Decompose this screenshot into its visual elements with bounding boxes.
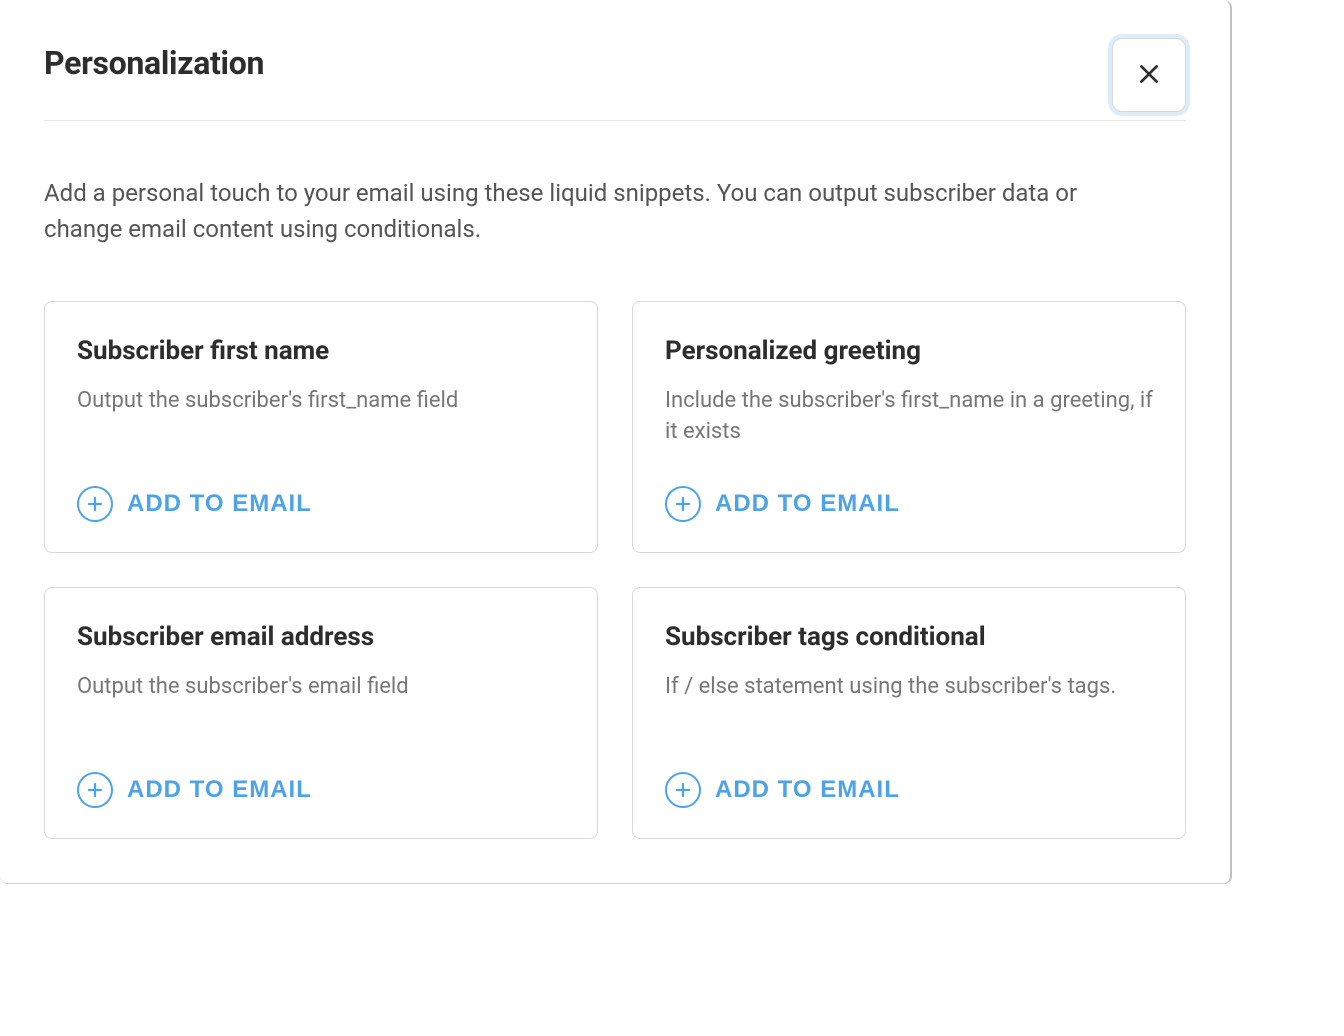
card-description: Output the subscriber's first_name field (77, 386, 565, 458)
card-title: Subscriber first name (77, 336, 565, 366)
card-title: Subscriber tags conditional (665, 622, 1153, 652)
snippet-card-first-name: Subscriber first name Output the subscri… (44, 301, 598, 553)
card-title: Personalized greeting (665, 336, 1153, 366)
add-to-email-button[interactable]: ADD TO EMAIL (77, 772, 565, 808)
add-to-email-button[interactable]: ADD TO EMAIL (77, 486, 565, 522)
plus-circle-icon (665, 486, 701, 522)
divider (44, 120, 1186, 121)
plus-circle-icon (77, 772, 113, 808)
card-description: Output the subscriber's email field (77, 672, 565, 744)
modal-description: Add a personal touch to your email using… (44, 175, 1124, 247)
plus-circle-icon (665, 772, 701, 808)
add-button-label: ADD TO EMAIL (715, 776, 900, 804)
add-button-label: ADD TO EMAIL (715, 490, 900, 518)
close-icon (1136, 61, 1162, 90)
modal-header: Personalization (44, 44, 1186, 82)
snippet-card-personalized-greeting: Personalized greeting Include the subscr… (632, 301, 1186, 553)
personalization-modal: Personalization Add a personal touch to … (0, 0, 1232, 884)
card-description: Include the subscriber's first_name in a… (665, 386, 1153, 458)
add-button-label: ADD TO EMAIL (127, 490, 312, 518)
add-button-label: ADD TO EMAIL (127, 776, 312, 804)
plus-circle-icon (77, 486, 113, 522)
snippet-card-tags-conditional: Subscriber tags conditional If / else st… (632, 587, 1186, 839)
snippet-card-email-address: Subscriber email address Output the subs… (44, 587, 598, 839)
snippet-grid: Subscriber first name Output the subscri… (44, 301, 1186, 839)
card-title: Subscriber email address (77, 622, 565, 652)
close-button[interactable] (1112, 38, 1186, 112)
card-description: If / else statement using the subscriber… (665, 672, 1153, 744)
modal-title: Personalization (44, 44, 264, 82)
add-to-email-button[interactable]: ADD TO EMAIL (665, 486, 1153, 522)
add-to-email-button[interactable]: ADD TO EMAIL (665, 772, 1153, 808)
